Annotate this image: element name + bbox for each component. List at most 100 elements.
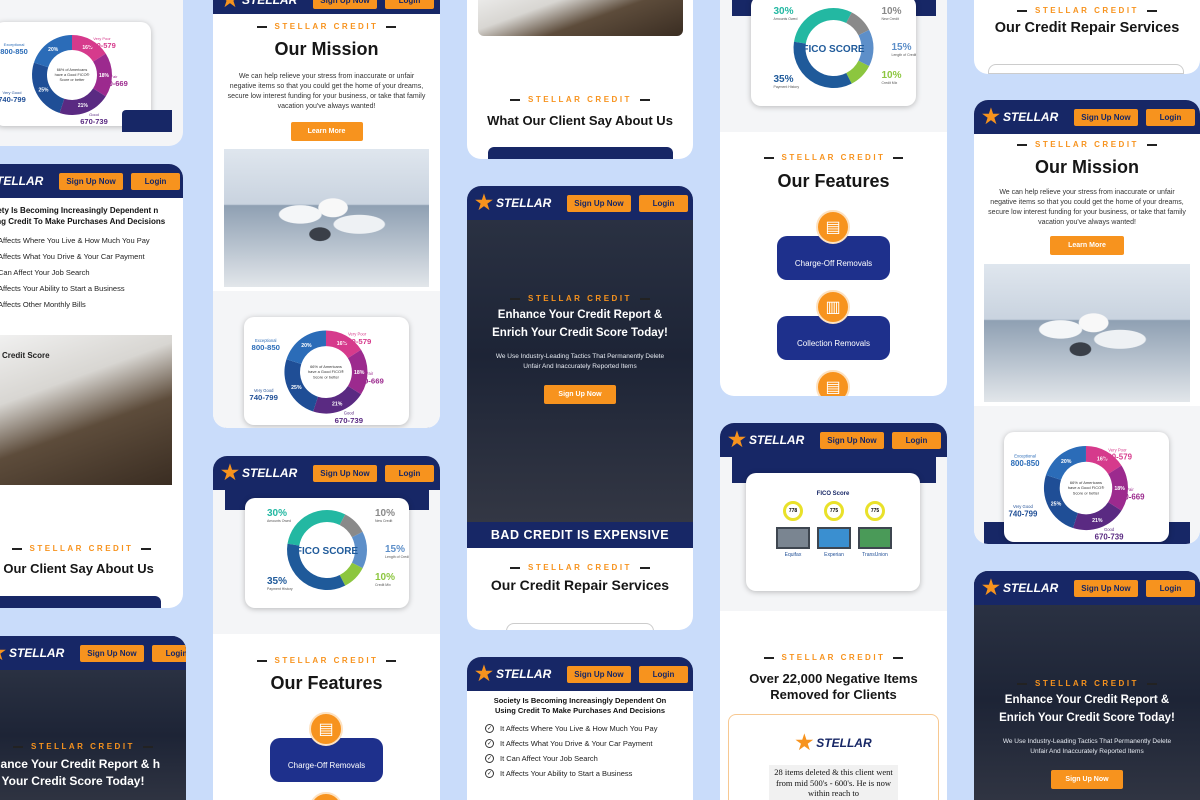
signup-button[interactable]: Sign Up Now [59, 172, 123, 190]
eyebrow: STELLAR CREDIT [720, 153, 947, 162]
fico-center-label: FICO SCORE [296, 546, 359, 557]
segment-range-label: 670-739 [335, 416, 364, 425]
login-button[interactable]: Login [1145, 108, 1196, 126]
segment-name-label: Fair [1127, 487, 1135, 492]
list-item-text: Affects What You Drive & Your Car Paymen… [0, 251, 145, 261]
star-icon: ★ [475, 192, 493, 214]
list-item: Can Affect Your Job Search [0, 268, 183, 277]
brand-name: STELLAR [816, 736, 872, 750]
login-button[interactable]: Login [130, 172, 181, 190]
signup-hero-button[interactable]: Sign Up Now [1051, 770, 1123, 789]
login-button[interactable]: Login [638, 665, 689, 683]
brand-name: STELLAR [1002, 581, 1059, 595]
login-button[interactable]: Login [638, 194, 689, 212]
segment-range-label: 580-669 [1116, 493, 1146, 502]
login-button[interactable]: Login [151, 644, 186, 662]
card-dependence-2: ★ STELLAR Sign Up Now Login Society Is Be… [467, 657, 693, 800]
card-fico-features: ★ STELLAR Sign Up Now Login 30% Amounts Ow… [213, 456, 440, 800]
mission-body: We can help relieve your stress from ina… [227, 72, 426, 111]
login-button[interactable]: Login [891, 431, 942, 449]
segment-pct-label: 21% [332, 401, 343, 407]
learn-more-button[interactable]: Learn More [290, 122, 363, 142]
eyebrow: STELLAR CREDIT [213, 656, 440, 665]
eyebrow: STELLAR CREDIT [467, 294, 693, 303]
signup-button[interactable]: Sign Up Now [1074, 108, 1138, 126]
segment-name-label: Very Good [1013, 504, 1033, 509]
dependence-list: Affects Where You Live & How Much You Pa… [0, 228, 183, 309]
fico-segment [287, 510, 346, 546]
donut-center-text: Score or better [1073, 490, 1100, 495]
fico-segment-label: Credit Mix [375, 583, 391, 587]
fico-segment-label: Amounts Owed [774, 17, 798, 21]
star-icon: ★ [982, 106, 1000, 128]
logo[interactable]: ★STELLAR [728, 430, 804, 450]
check-icon: ✓ [485, 754, 494, 764]
score-gauge: 775 [865, 501, 885, 521]
segment-range-label: 300-579 [1103, 453, 1133, 462]
star-icon: ★ [982, 577, 1000, 599]
signup-button[interactable]: Sign Up Now [80, 644, 144, 662]
logo[interactable]: ★STELLAR [475, 193, 551, 213]
signup-button[interactable]: Sign Up Now [313, 464, 377, 482]
fico-donut: 30%Amounts Owed10%New Credit15%Length of… [774, 6, 929, 89]
segment-name-label: Good [344, 411, 355, 416]
logo[interactable]: ★STELLAR [221, 0, 297, 10]
document-icon: ▤ [816, 210, 850, 244]
login-button[interactable]: Login [384, 464, 435, 482]
signup-button[interactable]: Sign Up Now [313, 0, 377, 9]
fico-pct-label: 35% [774, 74, 794, 85]
bureau-name: Equifax [784, 552, 802, 558]
document-icon: ▤ [309, 792, 343, 800]
eyebrow: STELLAR CREDIT [974, 6, 1200, 15]
bureau-heading: FICO Score [816, 491, 850, 497]
list-item: ✓ It Affects Where You Live & How Much Yo… [485, 724, 693, 734]
score-value: 775 [870, 508, 880, 514]
logo[interactable]: ★STELLAR [0, 643, 64, 663]
dependence-title: Society Is Becoming Increasingly Depende… [493, 696, 667, 716]
desk-photo [478, 0, 683, 36]
segment-range-label: 580-669 [355, 376, 384, 385]
card-hero-bottom-right: ★ STELLAR Sign Up Now Login STELLAR CREDI… [974, 571, 1200, 800]
credit-score-donut: 16%Very Poor300-57918% Fair580-66921%Good… [249, 330, 385, 425]
photo-caption: Credit Score [2, 351, 50, 360]
document-icon: ▤ [309, 712, 343, 746]
mission-title: Our Mission [1034, 157, 1139, 177]
signup-button[interactable]: Sign Up Now [567, 665, 631, 683]
logo[interactable]: ★STELLAR [982, 107, 1058, 127]
segment-name-label: Exceptional [1014, 454, 1036, 459]
star-icon: ★ [728, 429, 746, 451]
bureau-name: TransUnion [862, 552, 888, 558]
fico-center-label: FICO SCORE [802, 44, 865, 55]
signup-button[interactable]: Sign Up Now [1074, 579, 1138, 597]
learn-more-button[interactable]: Learn More [1050, 236, 1124, 256]
score-value: 778 [788, 508, 798, 514]
score-value: 775 [829, 508, 839, 514]
fico-segment-label: Amounts Owed [267, 519, 291, 523]
feature-label: Charge-Off Removals [287, 761, 366, 770]
mission-body: We can help relieve your stress from ina… [988, 188, 1186, 227]
clipboard-icon: ▤ [816, 370, 850, 396]
segment-name-label: Very Good [254, 388, 274, 393]
hero-body: We Use Industry-Leading Tactics That Per… [1002, 738, 1172, 756]
logo[interactable]: ★STELLAR [221, 463, 297, 483]
eyebrow: STELLAR CREDIT [0, 544, 183, 553]
bureau-row: 778 Equifax 775 Experian 775 TransUnion [775, 501, 893, 558]
logo[interactable]: STELLAR [0, 175, 43, 187]
features-title: Our Features [270, 673, 383, 693]
segment-pct-label: 25% [1051, 501, 1062, 507]
login-button[interactable]: Login [1145, 579, 1196, 597]
site-header: ★STELLAR Sign Up Now Login [974, 100, 1200, 134]
signup-hero-button[interactable]: Sign Up Now [544, 385, 616, 404]
segment-range-label: 740-799 [1008, 509, 1038, 518]
score-chart-section: 16% Very Poor 300-579 18% Fair 580-669 21% Good… [213, 291, 440, 428]
signup-button[interactable]: Sign Up Now [820, 431, 884, 449]
score-segment [59, 88, 106, 115]
login-button[interactable]: Login [384, 0, 435, 9]
card-score-chart-top: 16% Very Poor 300-579 18% Fair 580-669 21% Good… [0, 0, 183, 146]
logo[interactable]: ★STELLAR [982, 578, 1058, 598]
navy-strip [122, 110, 172, 132]
fico-pct-label: 30% [267, 508, 287, 519]
list-item-text: It Affects What You Drive & Your Car Pay… [500, 739, 653, 749]
signup-button[interactable]: Sign Up Now [567, 194, 631, 212]
logo[interactable]: ★STELLAR [475, 664, 551, 684]
